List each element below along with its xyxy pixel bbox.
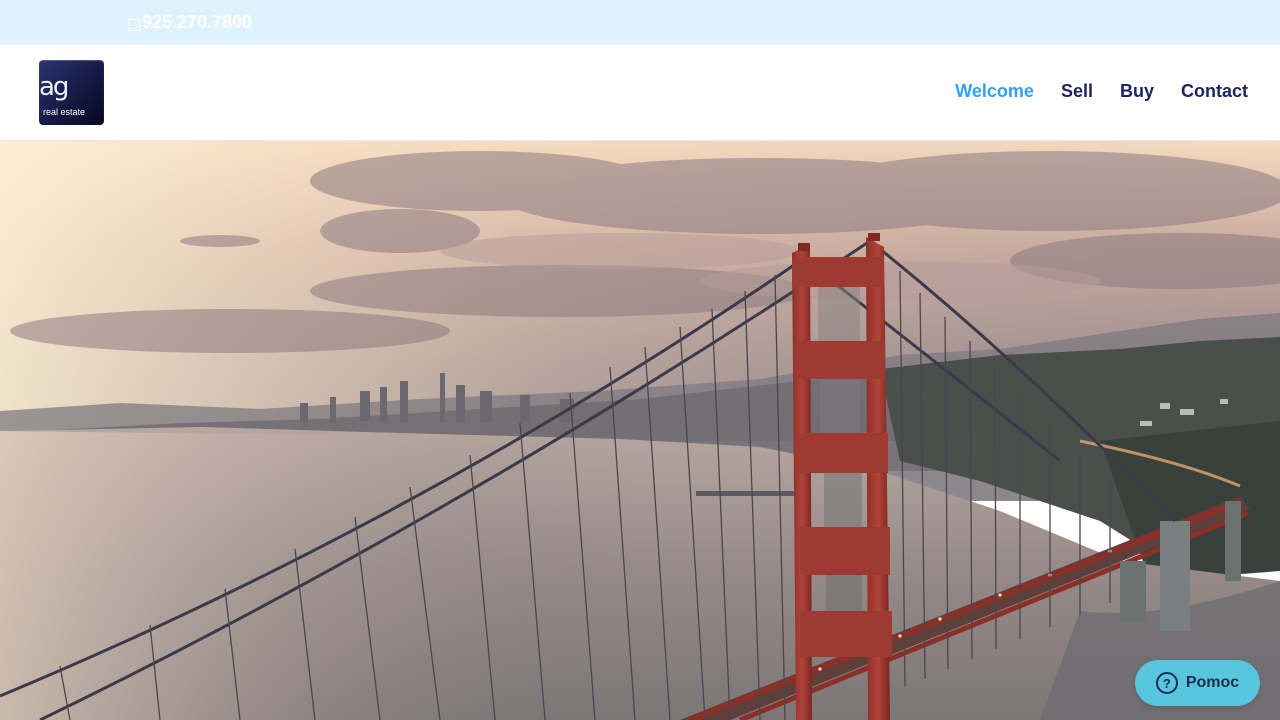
- help-button[interactable]: ? Pomoc: [1135, 660, 1260, 706]
- phone-icon: [128, 18, 140, 31]
- hero-image: [0, 141, 1280, 720]
- golden-gate-bridge-illustration: [0, 141, 1280, 720]
- logo-subtitle: real estate: [43, 107, 86, 117]
- nav-item-buy[interactable]: Buy: [1120, 81, 1154, 102]
- main-nav: Welcome Sell Buy Contact: [955, 81, 1248, 102]
- nav-item-sell[interactable]: Sell: [1061, 81, 1093, 102]
- phone-number[interactable]: 925.270.7800: [142, 12, 252, 33]
- site-header: ag real estate Welcome Sell Buy Contact: [0, 45, 1280, 141]
- logo-mark: ag: [39, 72, 69, 102]
- top-bar: 925.270.7800: [0, 0, 1280, 45]
- nav-item-contact[interactable]: Contact: [1181, 81, 1248, 102]
- nav-item-welcome[interactable]: Welcome: [955, 81, 1034, 102]
- help-label: Pomoc: [1185, 674, 1240, 691]
- phone-link[interactable]: 925.270.7800: [128, 12, 252, 33]
- question-circle-icon: ?: [1155, 672, 1178, 694]
- logo[interactable]: ag real estate: [39, 60, 104, 125]
